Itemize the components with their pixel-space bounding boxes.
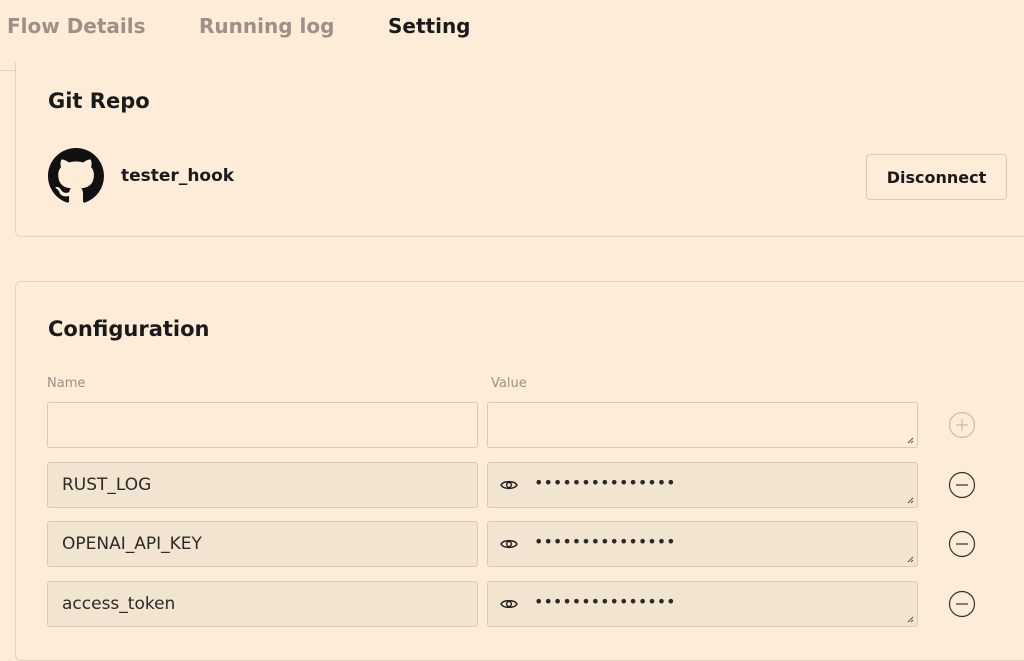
tab-running-log[interactable]: Running log [199,14,334,42]
config-name-text: access_token [62,594,176,614]
new-value-input[interactable] [487,402,918,448]
resize-handle-icon[interactable] [907,437,914,444]
resize-handle-icon[interactable] [907,616,914,623]
config-name-field[interactable]: access_token [47,581,478,627]
configuration-title: Configuration [48,317,210,341]
tab-bar: Flow Details Running log Setting [0,0,1024,71]
resize-handle-icon[interactable] [907,556,914,563]
tab-flow-details[interactable]: Flow Details [7,14,146,42]
remove-row-icon[interactable] [948,530,976,558]
add-row-icon[interactable] [948,411,976,439]
eye-icon[interactable] [500,596,518,612]
new-name-input[interactable] [47,402,478,448]
config-name-field[interactable]: OPENAI_API_KEY [47,521,478,567]
config-name-text: OPENAI_API_KEY [62,534,202,554]
config-value-field[interactable]: ••••••••••••••• [487,521,918,567]
eye-icon[interactable] [500,477,518,493]
eye-icon[interactable] [500,536,518,552]
config-value-field[interactable]: ••••••••••••••• [487,581,918,627]
repo-name: tester_hook [121,166,235,186]
resize-handle-icon[interactable] [907,497,914,504]
tab-setting[interactable]: Setting [388,14,471,42]
config-value-field[interactable]: ••••••••••••••• [487,462,918,508]
masked-value: ••••••••••••••• [534,532,676,551]
remove-row-icon[interactable] [948,590,976,618]
git-repo-title: Git Repo [48,89,150,113]
disconnect-button[interactable]: Disconnect [866,154,1007,200]
github-icon [48,148,104,203]
config-name-text: RUST_LOG [62,475,152,495]
masked-value: ••••••••••••••• [534,473,676,492]
name-column-label: Name [47,376,86,391]
git-repo-card: Git Repo tester_hook Disconnect [15,62,1024,237]
remove-row-icon[interactable] [948,471,976,499]
value-column-label: Value [491,376,527,391]
config-name-field[interactable]: RUST_LOG [47,462,478,508]
configuration-card: Configuration Name Value RUST_LOG ••••••… [15,281,1024,661]
masked-value: ••••••••••••••• [534,592,676,611]
